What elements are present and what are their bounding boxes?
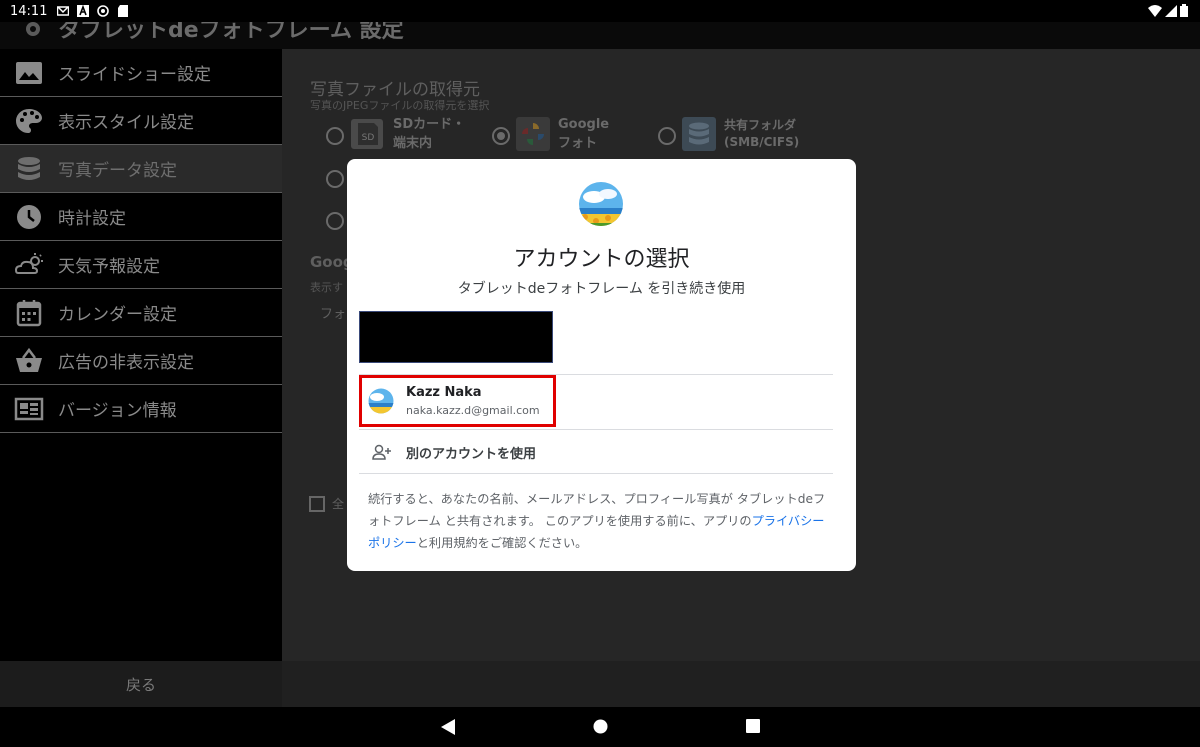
radio-google-photos[interactable]	[492, 127, 510, 145]
source-shared-label: 共有フォルダ (SMB/CIFS)	[724, 117, 799, 151]
sidebar-item-label: 天気予報設定	[58, 257, 160, 277]
sidebar-item-weather[interactable]: 天気予報設定	[0, 241, 282, 289]
sidebar: スライドショー設定 表示スタイル設定 写真データ設定 時計設定 天気予報設定 カ…	[0, 49, 282, 661]
all-checkbox[interactable]	[309, 496, 325, 512]
radio-shared-folder[interactable]	[658, 127, 676, 145]
sidebar-item-label: 写真データ設定	[58, 161, 177, 181]
gmail-icon	[57, 6, 70, 16]
source-label-line1: SDカード・	[393, 117, 466, 132]
use-another-account-label: 別のアカウントを使用	[406, 447, 537, 462]
wifi-icon	[1148, 4, 1162, 17]
sidebar-item-label: 時計設定	[58, 209, 126, 229]
dialog-subtitle: タブレットdeフォトフレーム を引き続き使用	[457, 281, 746, 297]
photo-text: フォ	[320, 307, 347, 322]
section-subtitle: 写真のJPEGファイルの取得元を選択	[310, 99, 490, 112]
radio-option-3[interactable]	[326, 212, 344, 230]
sidebar-item-clock[interactable]: 時計設定	[0, 193, 282, 241]
sidebar-item-calendar[interactable]: カレンダー設定	[0, 289, 282, 337]
footer-bar	[282, 661, 1200, 707]
source-label-line2: フォト	[558, 136, 598, 151]
signal-icon	[1165, 4, 1177, 17]
account-item[interactable]: Kazz Naka naka.kazz.d@gmail.com	[359, 375, 833, 429]
gear-icon	[26, 22, 40, 36]
sync-icon	[97, 5, 110, 17]
source-label-line1: 共有フォルダ	[724, 118, 797, 132]
radio-sdcard[interactable]	[326, 127, 344, 145]
sidebar-item-slideshow[interactable]: スライドショー設定	[0, 49, 282, 97]
account-email: naka.kazz.d@gmail.com	[406, 404, 540, 417]
source-label-line2: 端末内	[393, 136, 433, 151]
source-google-label: Google フォト	[558, 115, 609, 153]
consent-note: 続行すると、あなたの名前、メールアドレス、プロフィール写真が タブレットdeフォ…	[368, 488, 836, 554]
system-nav-bar	[0, 707, 1200, 747]
database-icon	[18, 157, 40, 180]
redacted-block	[359, 311, 553, 363]
account-chooser-dialog: アカウントの選択 タブレットdeフォトフレーム を引き続き使用 Kazz Nak…	[347, 159, 856, 571]
sidebar-item-ads[interactable]: 広告の非表示設定	[0, 337, 282, 385]
back-icon[interactable]	[441, 719, 455, 735]
recents-icon[interactable]	[746, 719, 760, 733]
sdcard-icon	[118, 5, 129, 17]
image-icon	[16, 62, 42, 84]
battery-icon	[1180, 4, 1188, 17]
sdcard-icon: SD	[351, 119, 383, 149]
avatar	[368, 388, 394, 414]
news-icon	[14, 397, 44, 421]
divider	[359, 473, 833, 474]
app-header: タブレットdeフォトフレーム 設定	[0, 22, 1200, 49]
home-icon[interactable]	[593, 719, 608, 734]
radio-option-2[interactable]	[326, 170, 344, 188]
source-label-line2: (SMB/CIFS)	[724, 135, 800, 149]
sidebar-item-label: バージョン情報	[58, 401, 177, 421]
account-name: Kazz Naka	[406, 385, 482, 400]
sidebar-item-photo-data[interactable]: 写真データ設定	[0, 145, 282, 193]
sidebar-item-label: 表示スタイル設定	[58, 113, 194, 133]
app-title: タブレットdeフォトフレーム 設定	[58, 22, 404, 43]
show-text: 表示す	[310, 281, 343, 294]
divider	[359, 429, 833, 430]
basket-icon	[16, 347, 42, 372]
status-time: 14:11	[10, 3, 48, 19]
add-user-icon	[372, 444, 391, 460]
svg-text:SD: SD	[362, 133, 375, 143]
source-label-line1: Google	[558, 117, 610, 132]
app-logo-icon	[579, 182, 623, 226]
sidebar-item-label: カレンダー設定	[58, 305, 177, 325]
calendar-icon	[16, 300, 42, 327]
storage-icon	[682, 117, 716, 151]
weather-icon	[14, 253, 43, 274]
consent-text-end: と利用規約をご確認ください。	[416, 536, 588, 550]
use-another-account-button[interactable]: 別のアカウントを使用	[359, 431, 833, 473]
back-button[interactable]: 戻る	[0, 661, 282, 707]
clock-icon	[17, 205, 41, 229]
checkbox-label: 全	[332, 497, 345, 511]
sidebar-item-label: スライドショー設定	[58, 65, 211, 85]
status-bar: 14:11	[0, 0, 1200, 22]
a-icon	[77, 5, 90, 17]
dialog-title: アカウントの選択	[513, 247, 690, 272]
sidebar-item-display-style[interactable]: 表示スタイル設定	[0, 97, 282, 145]
google-photos-icon	[516, 117, 550, 151]
sidebar-item-version[interactable]: バージョン情報	[0, 385, 282, 433]
palette-icon	[16, 109, 42, 133]
source-sdcard-label: SDカード・ 端末内	[393, 115, 465, 153]
sidebar-item-label: 広告の非表示設定	[58, 353, 194, 373]
